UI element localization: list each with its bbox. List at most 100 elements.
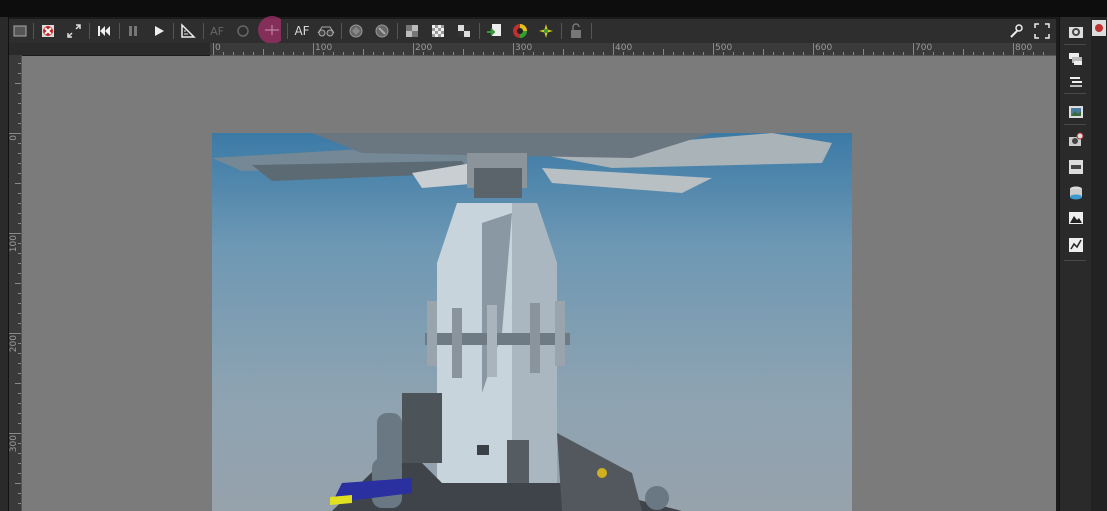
wrench-icon[interactable] [1005, 21, 1027, 41]
ruler-tick [403, 52, 404, 55]
panel-separator [1064, 44, 1086, 45]
pause-icon[interactable] [123, 21, 143, 41]
ruler-tick [18, 353, 21, 354]
ruler-tick [18, 503, 21, 504]
camera-settings-icon[interactable] [1065, 22, 1087, 42]
ruler-label: 200 [9, 335, 19, 353]
window-top-strip [0, 0, 1107, 17]
toolbar-separator [341, 23, 342, 39]
ruler-tick [383, 52, 384, 55]
ruler-tick [413, 43, 414, 55]
ruler-tick [223, 52, 224, 55]
left-panel-edge [0, 17, 9, 511]
checker-icon[interactable] [427, 21, 449, 41]
ruler-tick [18, 163, 21, 164]
ruler-tick [15, 183, 21, 184]
play-icon[interactable] [149, 21, 169, 41]
ruler-label: 100 [315, 43, 333, 53]
passes-icon[interactable] [1065, 71, 1087, 91]
ruler-label: 0 [9, 135, 19, 141]
ruler-tick [18, 63, 21, 64]
ruler-tick [573, 52, 574, 55]
ruler-tick [18, 113, 21, 114]
window-icon[interactable] [11, 21, 29, 41]
ruler-label: 100 [9, 235, 19, 253]
lock-icon[interactable] [565, 21, 587, 41]
ruler-label: 800 [1015, 43, 1033, 53]
skip-back-icon[interactable] [93, 21, 115, 41]
ruler-tick [253, 52, 254, 55]
ruler-tick [583, 52, 584, 55]
grid-icon[interactable] [453, 21, 475, 41]
ruler-tick [513, 43, 514, 55]
ruler-icon[interactable] [177, 21, 199, 41]
fullscreen-icon[interactable] [1031, 21, 1053, 41]
stereo-glasses-icon[interactable] [315, 21, 337, 41]
panel-separator [1064, 124, 1086, 125]
toolbar-separator [591, 23, 592, 39]
database-icon[interactable] [1065, 183, 1087, 203]
horizontal-ruler: 0 100 200 300 400 500 600 700 800 [210, 43, 1056, 56]
ruler-tick [673, 52, 674, 55]
ruler-tick [893, 52, 894, 55]
ruler-tick [18, 303, 21, 304]
ruler-tick [18, 153, 21, 154]
viewport-toolbar: AF AF [9, 16, 1056, 44]
graph-icon[interactable] [1065, 235, 1087, 255]
camera-icon[interactable] [1065, 130, 1087, 150]
sparkle-icon[interactable] [535, 21, 557, 41]
ruler-tick [873, 52, 874, 55]
ruler-tick [803, 52, 804, 55]
ruler-label: 0 [215, 43, 221, 53]
import-icon[interactable] [483, 21, 505, 41]
ruler-tick [293, 52, 294, 55]
ruler-tick [273, 52, 274, 55]
auto-focus-icon[interactable]: AF [291, 21, 313, 41]
ruler-tick [363, 49, 364, 55]
ruler-tick [733, 52, 734, 55]
ruler-tick [453, 52, 454, 55]
ruler-tick [1043, 52, 1044, 55]
ruler-tick [773, 52, 774, 55]
ruler-tick [18, 223, 21, 224]
picture-icon[interactable] [1065, 208, 1087, 228]
color-wheel-icon[interactable] [509, 21, 531, 41]
ruler-corner [9, 43, 210, 55]
ruler-tick [9, 333, 21, 334]
pick-focus-icon[interactable] [257, 16, 281, 44]
auto-focus-disabled-icon[interactable]: AF [207, 21, 227, 41]
layers-icon[interactable] [1065, 49, 1087, 69]
cancel-render-icon[interactable] [37, 21, 59, 41]
ruler-tick [243, 52, 244, 55]
ruler-tick [9, 433, 21, 434]
region-render-icon[interactable] [345, 21, 367, 41]
ruler-tick [913, 43, 914, 55]
render-preview-image [212, 133, 852, 511]
ruler-tick [593, 52, 594, 55]
right-panel-tab [1091, 17, 1107, 511]
ruler-tick [613, 43, 614, 55]
film-icon[interactable] [1065, 157, 1087, 177]
ruler-tick [18, 203, 21, 204]
ruler-tick [903, 52, 904, 55]
ruler-tick [213, 43, 214, 55]
ruler-tick [15, 383, 21, 384]
ruler-tick [633, 52, 634, 55]
ruler-tick [18, 313, 21, 314]
ruler-tick [713, 43, 714, 55]
ruler-label: 700 [915, 43, 933, 53]
toolbar-separator [397, 23, 398, 39]
ruler-tick [433, 52, 434, 55]
ruler-label: 300 [515, 43, 533, 53]
expand-icon[interactable] [63, 21, 85, 41]
refresh-disabled-icon[interactable] [233, 21, 253, 41]
ruler-tick [353, 52, 354, 55]
region-render-alt-icon[interactable] [371, 21, 393, 41]
ruler-tick [18, 373, 21, 374]
alpha-icon[interactable] [401, 21, 423, 41]
material-ball-icon[interactable] [1091, 19, 1107, 37]
image-icon[interactable] [1065, 102, 1087, 122]
ruler-tick [18, 493, 21, 494]
ruler-tick [313, 43, 314, 55]
ruler-tick [18, 273, 21, 274]
